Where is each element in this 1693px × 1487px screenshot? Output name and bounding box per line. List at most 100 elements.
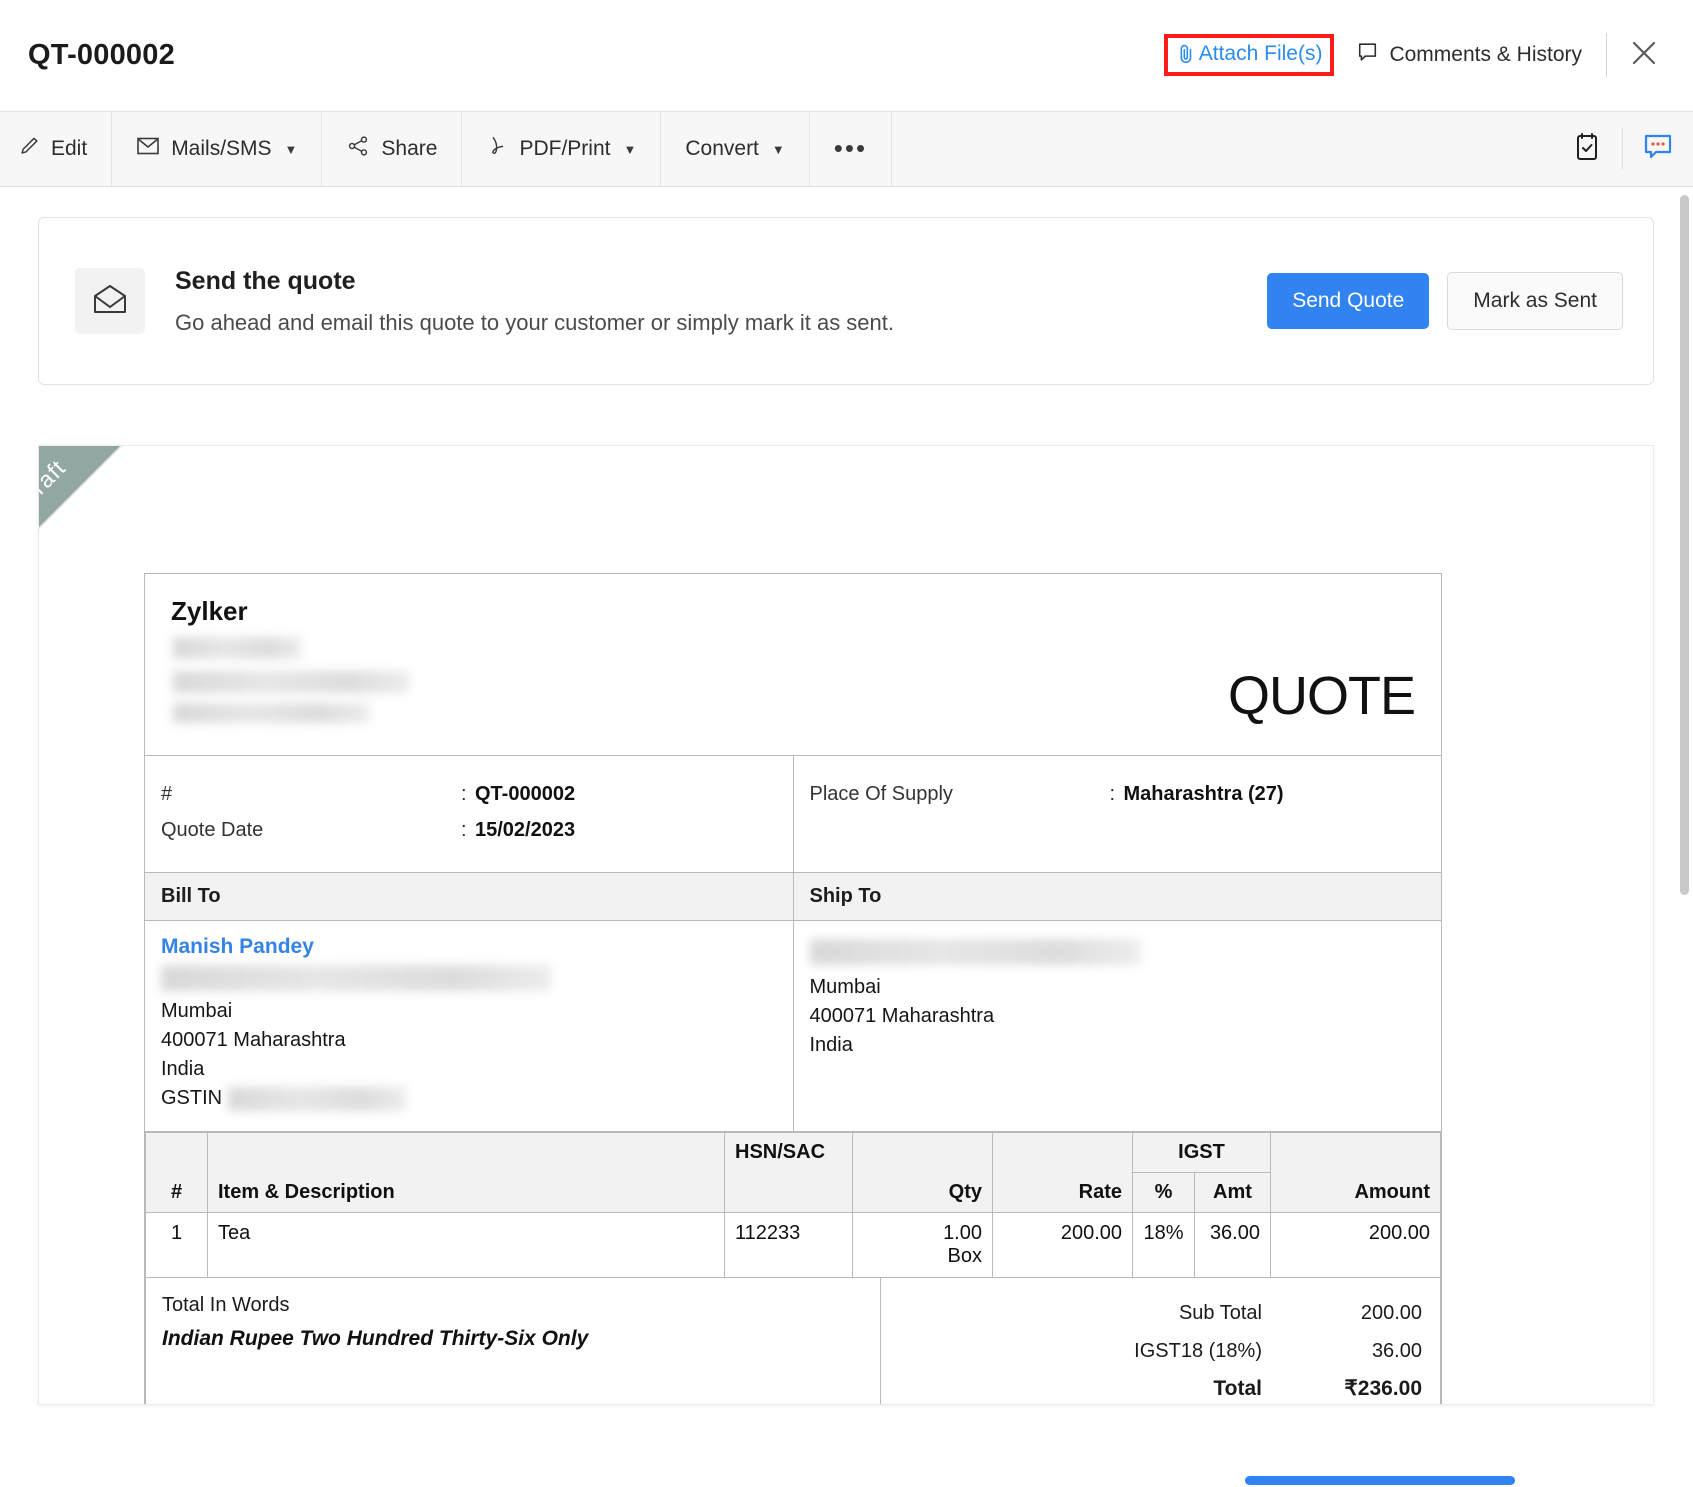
send-quote-banner: Send the quote Go ahead and email this q… [38,217,1654,385]
col-tax-group: IGST [1133,1133,1271,1173]
horizontal-scrollbar[interactable] [1245,1476,1515,1485]
quote-header-section: Zylker QUOTE [145,574,1441,756]
cell-index: 1 [146,1213,208,1278]
toolbar-more-options-button[interactable]: ••• [810,112,892,186]
action-toolbar: Edit Mails/SMS ▼ Share PDF/P [0,111,1693,187]
col-index: # [146,1133,208,1213]
cell-qty-unit: Box [863,1245,982,1268]
banner-text: Send the quote Go ahead and email this q… [175,267,894,336]
attach-file-highlight: Attach File(s) [1164,34,1335,76]
chevron-down-icon: ▼ [285,142,298,157]
toolbar-share-button[interactable]: Share [322,112,462,186]
toolbar-pdf-print-button[interactable]: PDF/Print ▼ [462,112,661,186]
meta-colon: : [1110,776,1124,812]
comments-history-button[interactable]: Comments & History [1356,41,1606,69]
toolbar-edit-button[interactable]: Edit [0,112,112,186]
toolbar-tasks-button[interactable] [1552,112,1622,186]
bill-to-customer-link[interactable]: Manish Pandey [161,935,777,959]
col-amount: Amount [1271,1133,1441,1213]
quote-meta-section: # : QT-000002 Quote Date : 15/02/2023 Pl… [145,756,1441,873]
status-badge: Draft [38,454,71,512]
pencil-icon [18,135,40,163]
toolbar-mails-sms-button[interactable]: Mails/SMS ▼ [112,112,322,186]
document-type-title: QUOTE [1228,665,1415,729]
total-value: 36.00 [1286,1332,1422,1370]
toolbar-edit-label: Edit [51,137,87,161]
meta-label: Quote Date [161,812,461,848]
line-items-table: # Item & Description HSN/SAC Qty Rate IG… [145,1132,1441,1278]
ship-to-line: Mumbai [810,973,1426,1002]
meta-row: Quote Date : 15/02/2023 [161,812,767,848]
mark-as-sent-button[interactable]: Mark as Sent [1447,272,1623,330]
quote-meta-right: Place Of Supply : Maharashtra (27) [794,756,1442,872]
more-options-icon: ••• [834,141,867,157]
meta-value: 15/02/2023 [475,812,575,848]
meta-row: # : QT-000002 [161,776,767,812]
close-icon [1629,38,1659,73]
cell-amount: 200.00 [1271,1213,1441,1278]
close-button[interactable] [1617,28,1671,82]
meta-label: # [161,776,461,812]
chat-comment-icon [1642,132,1674,167]
total-label: Sub Total [895,1294,1286,1332]
ship-to-line: India [810,1031,1426,1060]
tasks-clipboard-icon [1572,131,1602,168]
comments-history-label: Comments & History [1389,43,1582,67]
ship-to-block: Mumbai 400071 Maharashtra India [794,921,1442,1131]
quote-meta-left: # : QT-000002 Quote Date : 15/02/2023 [145,756,794,872]
chevron-down-icon: ▼ [623,142,636,157]
cell-qty-value: 1.00 [863,1222,982,1245]
ship-to-heading: Ship To [794,873,1442,920]
totals-section: Total In Words Indian Rupee Two Hundred … [145,1278,1441,1405]
toolbar-mails-sms-label: Mails/SMS [171,137,271,161]
col-rate: Rate [993,1133,1133,1213]
total-in-words-value: Indian Rupee Two Hundred Thirty-Six Only [162,1327,864,1351]
send-quote-button[interactable]: Send Quote [1267,273,1429,329]
table-header-row: # Item & Description HSN/SAC Qty Rate IG… [146,1133,1441,1173]
total-label: Total [895,1370,1286,1405]
meta-value: QT-000002 [475,776,575,812]
detail-scroll-area[interactable]: Send the quote Go ahead and email this q… [0,187,1693,1487]
redacted-bill-address [161,965,551,991]
meta-colon: : [461,812,475,848]
header-actions: Attach File(s) Comments & History [1164,28,1671,82]
line-items-head: # Item & Description HSN/SAC Qty Rate IG… [146,1133,1441,1213]
toolbar-pdf-print-label: PDF/Print [519,137,610,161]
cell-description: Tea [208,1213,725,1278]
total-row-grand: Total ₹236.00 [895,1370,1426,1405]
attach-files-button[interactable]: Attach File(s) [1176,42,1323,66]
total-in-words-block: Total In Words Indian Rupee Two Hundred … [146,1278,881,1405]
share-nodes-icon [346,135,370,163]
pdf-icon [486,134,508,164]
banner-subtitle: Go ahead and email this quote to your cu… [175,310,894,336]
toolbar-chat-button[interactable] [1623,112,1693,186]
toolbar-convert-button[interactable]: Convert ▼ [661,112,809,186]
banner-icon-box [75,268,145,334]
cell-tax-pct: 18% [1133,1213,1195,1278]
total-in-words-label: Total In Words [162,1294,864,1317]
redacted-gstin-value [228,1087,406,1111]
address-headings: Bill To Ship To [145,873,1441,921]
cell-tax-amt: 36.00 [1195,1213,1271,1278]
page-title: QT-000002 [28,39,175,72]
redacted-company-line-3 [173,703,369,723]
bill-to-line: India [161,1055,777,1084]
meta-label: Place Of Supply [810,776,1110,812]
toolbar-convert-label: Convert [685,137,759,161]
total-value: 200.00 [1286,1294,1422,1332]
total-label: IGST18 (18%) [895,1332,1286,1370]
banner-actions: Send Quote Mark as Sent [1267,272,1623,330]
gstin-label: GSTIN [161,1084,222,1113]
envelope-open-icon [92,283,128,320]
header-divider [1606,33,1607,77]
banner-title: Send the quote [175,267,894,296]
address-section: Manish Pandey Mumbai 400071 Maharashtra … [145,921,1441,1132]
meta-row: Place Of Supply : Maharashtra (27) [810,776,1416,812]
vertical-scrollbar[interactable] [1680,195,1689,895]
meta-colon: : [461,776,475,812]
attach-files-label: Attach File(s) [1199,42,1323,66]
total-row-subtotal: Sub Total 200.00 [895,1294,1426,1332]
line-items-body: 1 Tea 112233 1.00 Box 200.00 18% 36.00 2… [146,1213,1441,1278]
envelope-icon [136,136,160,162]
bill-to-gstin-row: GSTIN [161,1084,777,1113]
